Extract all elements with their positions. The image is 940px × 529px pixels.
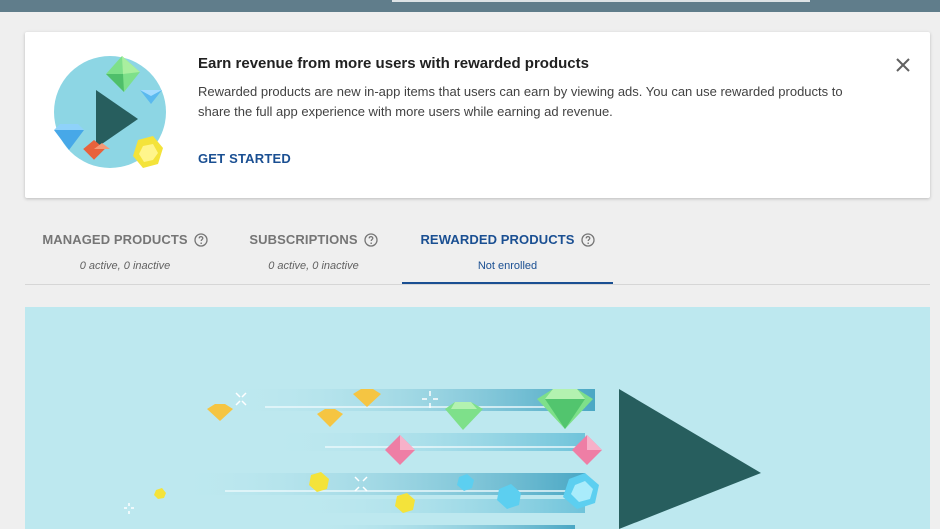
sparkle-icon <box>124 503 134 514</box>
top-app-bar <box>0 0 940 12</box>
speed-streak <box>265 433 585 451</box>
banner-title: Earn revenue from more users with reward… <box>198 55 589 72</box>
rewarded-products-illustration <box>54 56 166 168</box>
tab-label: SUBSCRIPTIONS <box>249 232 358 247</box>
yellow-hex-gem-icon <box>154 488 166 499</box>
rewarded-products-hero <box>25 307 930 529</box>
banner-description: Rewarded products are new in-app items t… <box>198 84 843 119</box>
active-tab-indicator <box>402 282 613 284</box>
help-icon[interactable] <box>580 232 595 247</box>
green-gem-icon <box>445 402 483 430</box>
tab-label: REWARDED PRODUCTS <box>420 232 575 247</box>
rewarded-products-banner: Earn revenue from more users with reward… <box>25 32 930 198</box>
product-type-tabs: MANAGED PRODUCTS 0 active, 0 inactive SU… <box>25 228 930 285</box>
tab-label: MANAGED PRODUCTS <box>42 232 188 247</box>
help-icon[interactable] <box>363 232 378 247</box>
tab-status: 0 active, 0 inactive <box>268 260 359 272</box>
get-started-button[interactable]: GET STARTED <box>198 151 291 166</box>
help-icon[interactable] <box>194 232 208 247</box>
speed-streak <box>285 499 585 513</box>
close-icon[interactable] <box>894 56 912 74</box>
play-triangle-icon <box>619 389 761 529</box>
tab-managed-products[interactable]: MANAGED PRODUCTS 0 active, 0 inactive <box>25 228 225 283</box>
tab-status: Not enrolled <box>477 260 538 272</box>
tab-status: 0 active, 0 inactive <box>79 260 171 272</box>
search-bar-edge[interactable] <box>392 0 810 2</box>
tab-rewarded-products[interactable]: REWARDED PRODUCTS Not enrolled <box>402 228 613 284</box>
rewarded-products-hero-illustration <box>124 389 761 529</box>
speed-streak <box>305 525 575 529</box>
tab-subscriptions[interactable]: SUBSCRIPTIONS 0 active, 0 inactive <box>225 228 402 283</box>
gold-gem-icon <box>317 409 343 427</box>
